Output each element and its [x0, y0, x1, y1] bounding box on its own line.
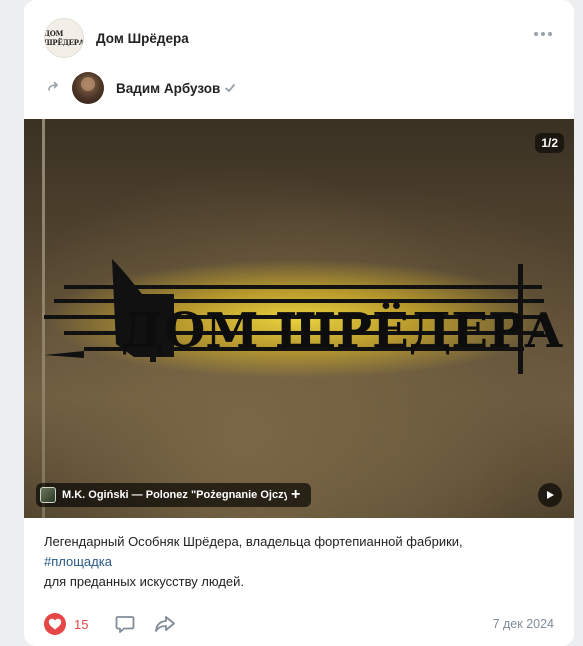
post-text-line1: Легендарный Особняк Шрёдера, владельца ф…: [44, 534, 463, 549]
post-text-line3: для преданных искусству людей.: [44, 574, 245, 589]
author-avatar[interactable]: [72, 72, 104, 104]
comment-icon[interactable]: [114, 613, 136, 635]
more-icon[interactable]: [534, 32, 552, 36]
post-header: ДОМ ШРЁДЕРА Дом Шрёдера: [44, 18, 189, 58]
post-text: Легендарный Особняк Шрёдера, владельца ф…: [44, 532, 554, 592]
hashtag-link[interactable]: #площадка: [44, 552, 554, 572]
group-avatar[interactable]: ДОМ ШРЁДЕРА: [44, 18, 84, 58]
group-name[interactable]: Дом Шрёдера: [96, 31, 189, 46]
play-button[interactable]: [538, 483, 562, 507]
audio-title: M.K. Ogiński — Polonez "Pożegnanie Ojczy…: [62, 489, 287, 501]
audio-cover: [40, 487, 56, 503]
share-icon[interactable]: [154, 613, 176, 635]
check-icon: [225, 84, 236, 92]
sign-text: ДОМ ШРЁДЕРА: [121, 301, 563, 359]
like-count: 15: [74, 616, 89, 632]
post-footer: 15 7 дек 2024: [44, 612, 554, 636]
post-date[interactable]: 7 дек 2024: [493, 617, 554, 631]
post-card: ДОМ ШРЁДЕРА Дом Шрёдера Вадим Арбузов ДО…: [24, 0, 574, 646]
sign-graphic: ДОМ ШРЁДЕРА: [44, 259, 563, 374]
heart-icon: [44, 613, 66, 635]
repost-row: Вадим Арбузов: [44, 72, 236, 104]
like-button[interactable]: 15: [44, 613, 88, 635]
plus-icon[interactable]: +: [291, 486, 300, 504]
photo-page-counter: 1/2: [535, 133, 564, 153]
audio-attachment[interactable]: M.K. Ogiński — Polonez "Pożegnanie Ojczy…: [36, 483, 311, 507]
group-logo-text: ДОМ ШРЁДЕРА: [44, 29, 84, 47]
author-name[interactable]: Вадим Арбузов: [116, 81, 220, 96]
play-icon: [547, 491, 554, 499]
post-photo[interactable]: ДОМ ШРЁДЕРА 1/2 M.K. Ogiński — Polonez "…: [24, 119, 574, 518]
repost-arrow-icon: [48, 81, 58, 91]
